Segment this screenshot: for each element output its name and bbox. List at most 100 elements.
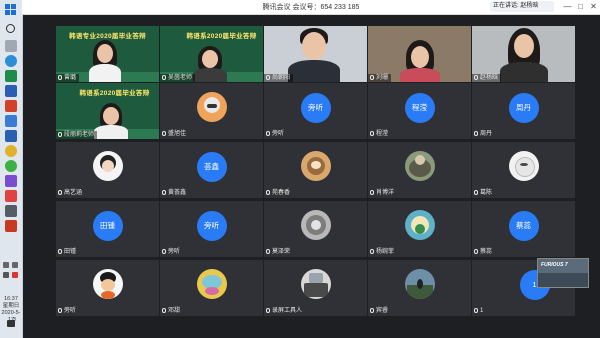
mic-icon bbox=[58, 249, 62, 254]
slide-title: 韩语系2020届毕业答辩 bbox=[186, 33, 257, 40]
excel-icon[interactable] bbox=[5, 70, 17, 82]
avatar bbox=[404, 151, 435, 181]
participant-name: 葛陈 bbox=[474, 189, 492, 197]
participant-tile[interactable]: 荟鑫 黄荟鑫 bbox=[160, 142, 263, 198]
mic-icon bbox=[266, 75, 270, 80]
participant-tile[interactable]: 肖博洋 bbox=[368, 142, 471, 198]
participant-tile[interactable]: 盛旭佳 bbox=[160, 83, 263, 139]
word-icon-2[interactable] bbox=[5, 130, 17, 142]
participant-tile[interactable]: 旁听 旁听 bbox=[264, 83, 367, 139]
selfview-scene bbox=[538, 273, 588, 287]
close-button[interactable]: ✕ bbox=[588, 1, 599, 12]
task-view-icon[interactable] bbox=[5, 40, 17, 52]
speaking-indicator: 正在讲话: 赵杨晗 bbox=[490, 1, 554, 12]
participant-name: 盛旭佳 bbox=[162, 130, 186, 138]
mic-icon bbox=[370, 131, 374, 136]
participant-tile[interactable]: 葛陈 bbox=[472, 142, 575, 198]
participant-tile[interactable]: 刘珊 bbox=[368, 26, 471, 82]
participant-tile[interactable]: 韩语专业2020届毕业答辩 曾璐 bbox=[56, 26, 159, 82]
person-body bbox=[400, 68, 440, 82]
participant-name: 黄荟鑫 bbox=[162, 189, 186, 197]
powerpoint-icon-2[interactable] bbox=[5, 220, 17, 232]
person-body bbox=[500, 62, 548, 82]
person-face bbox=[514, 34, 534, 58]
participant-tile[interactable]: 韩语系2020届毕业答辩 段丽莉老师 bbox=[56, 83, 159, 139]
self-view-window[interactable]: FURIOUS 7 bbox=[537, 258, 589, 288]
person-face bbox=[411, 46, 429, 68]
avatar-circle: 周丹 bbox=[508, 93, 539, 123]
avatar bbox=[404, 210, 435, 240]
mic-icon bbox=[474, 308, 478, 313]
mic-icon bbox=[370, 190, 374, 195]
participant-name: 旁听 bbox=[162, 248, 180, 256]
participant-tile[interactable]: 旁听 旁听 bbox=[160, 201, 263, 257]
participant-tile[interactable]: 尚朝阳 bbox=[264, 26, 367, 82]
search-icon[interactable] bbox=[6, 24, 15, 33]
powerpoint-icon[interactable] bbox=[5, 100, 17, 112]
mic-icon bbox=[266, 308, 270, 313]
mic-icon bbox=[58, 75, 62, 80]
person-body bbox=[288, 60, 340, 82]
selfview-brand: FURIOUS 7 bbox=[541, 262, 568, 268]
participant-tile[interactable]: 韩语系2020届毕业答辩 吴茵老师 bbox=[160, 26, 263, 82]
participant-name: 邓甜 bbox=[162, 307, 180, 315]
start-button[interactable] bbox=[5, 4, 17, 16]
tray-icon[interactable] bbox=[12, 262, 18, 268]
participant-tile[interactable]: 周丹 周丹 bbox=[472, 83, 575, 139]
mic-icon bbox=[162, 131, 166, 136]
avatar bbox=[300, 269, 331, 299]
participant-name: 苑春香 bbox=[266, 189, 290, 197]
mic-icon bbox=[474, 249, 478, 254]
participant-tile[interactable]: 程滢 程滢 bbox=[368, 83, 471, 139]
mic-icon bbox=[370, 308, 374, 313]
participant-name: 赵杨晗 bbox=[472, 74, 502, 82]
participant-tile[interactable]: 蔡蕊 蔡蕊 bbox=[472, 201, 575, 257]
participant-tile[interactable]: 赵杨晗 bbox=[472, 26, 575, 82]
mic-icon bbox=[162, 75, 166, 80]
participant-name: 吴茵老师 bbox=[160, 74, 196, 82]
minimize-button[interactable]: — bbox=[562, 1, 573, 12]
avatar bbox=[508, 151, 539, 181]
mic-icon bbox=[58, 190, 62, 195]
participant-tile[interactable]: 宾睿 bbox=[368, 260, 471, 316]
participant-tile[interactable]: 田锺 田锺 bbox=[56, 201, 159, 257]
participant-name: 旁听 bbox=[266, 130, 284, 138]
participant-tile[interactable]: 苑春香 bbox=[264, 142, 367, 198]
participant-tile[interactable]: 高艺涵 bbox=[56, 142, 159, 198]
participant-tile[interactable]: 旁听 bbox=[56, 260, 159, 316]
tray-icon[interactable] bbox=[12, 272, 18, 278]
tray-icon[interactable] bbox=[3, 272, 9, 278]
app-icon[interactable] bbox=[5, 115, 17, 127]
mic-icon bbox=[474, 131, 478, 136]
maximize-button[interactable]: □ bbox=[575, 1, 586, 12]
chrome-icon[interactable] bbox=[5, 145, 17, 157]
clock-time[interactable]: 16:37 bbox=[0, 296, 22, 303]
mic-icon bbox=[266, 131, 270, 136]
wechat-icon[interactable] bbox=[5, 160, 17, 172]
person-body bbox=[94, 125, 128, 139]
windows-taskbar: 16:37 星期日 2020-5-17 3 bbox=[0, 0, 23, 338]
person-face bbox=[202, 50, 218, 68]
participant-name: 宾睿 bbox=[370, 307, 388, 315]
app-icon-4[interactable] bbox=[5, 205, 17, 217]
participant-tile[interactable]: 莫泽荣 bbox=[264, 201, 367, 257]
participant-tile[interactable]: 杨婉菲 bbox=[368, 201, 471, 257]
tray-icon[interactable] bbox=[3, 262, 9, 268]
participant-tile[interactable]: 录屏工具人 bbox=[264, 260, 367, 316]
participant-name: 刘珊 bbox=[368, 74, 392, 82]
participant-name: 曾璐 bbox=[56, 74, 80, 82]
avatar-circle: 程滢 bbox=[404, 93, 435, 123]
participant-name: 周丹 bbox=[474, 130, 492, 138]
participant-name: 录屏工具人 bbox=[266, 307, 302, 315]
slide-title: 韩语专业2020届毕业答辩 bbox=[69, 33, 146, 40]
participant-tile[interactable]: 邓甜 bbox=[160, 260, 263, 316]
app-icon-3[interactable] bbox=[5, 190, 17, 202]
word-icon[interactable] bbox=[5, 85, 17, 97]
participant-name: 杨婉菲 bbox=[370, 248, 394, 256]
person-body bbox=[89, 64, 121, 82]
participant-name: 田锺 bbox=[58, 248, 76, 256]
mic-icon bbox=[370, 75, 374, 80]
app-icon-2[interactable] bbox=[5, 175, 17, 187]
avatar bbox=[92, 151, 123, 181]
edge-icon[interactable] bbox=[5, 55, 17, 67]
